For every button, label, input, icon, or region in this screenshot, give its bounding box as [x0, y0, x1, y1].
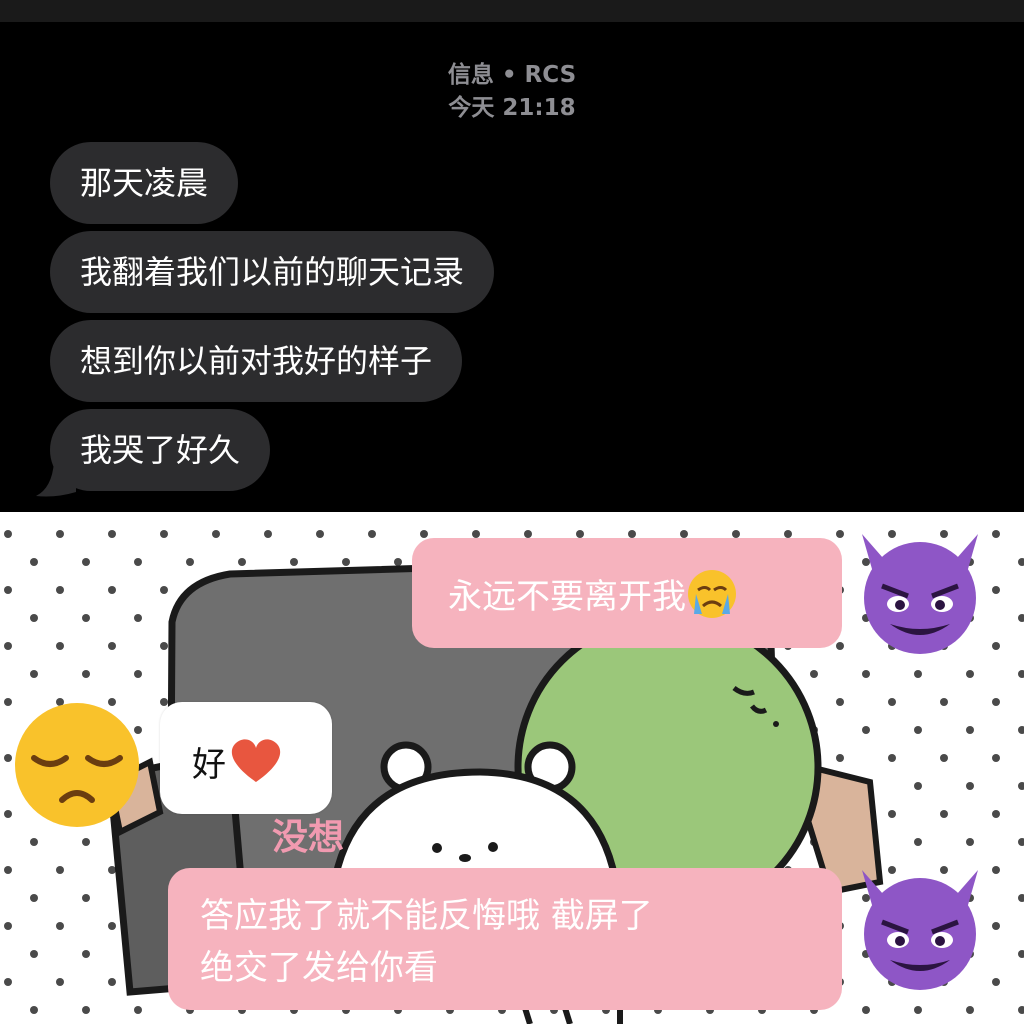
bubble-tail-icon	[36, 462, 76, 497]
bubble-text: 好	[192, 745, 226, 785]
message-text: 那天凌晨	[80, 164, 209, 202]
message-bubble[interactable]: 我翻着我们以前的聊天记录	[50, 231, 495, 313]
chat-bubble-pink[interactable]: 永远不要离开我	[412, 538, 842, 648]
message-bubble[interactable]: 那天凌晨	[50, 142, 239, 224]
message-text: 想到你以前对我好的样子	[80, 342, 433, 380]
chat-bubble-pink[interactable]: 答应我了就不能反悔哦 截屏了 绝交了发给你看	[168, 868, 842, 1010]
crying-face-emoji-icon	[688, 570, 736, 618]
devil-emoji-icon	[862, 870, 978, 990]
red-heart-icon	[231, 739, 281, 782]
meme-caption: 没想	[272, 817, 345, 858]
message-bubble[interactable]: 想到你以前对我好的样子	[50, 320, 463, 402]
message-bubble[interactable]: 我哭了好久	[50, 409, 271, 491]
bubble-text: 绝交了发给你看	[200, 948, 438, 988]
sad-face-emoji-icon	[15, 703, 139, 827]
bubble-text: 答应我了就不能反悔哦 截屏了	[200, 896, 653, 936]
thread-timestamp: 今天 21:18	[448, 95, 576, 121]
message-text: 我翻着我们以前的聊天记录	[80, 253, 465, 291]
message-text: 我哭了好久	[80, 431, 241, 469]
bubble-text: 永远不要离开我	[448, 577, 686, 617]
chat-bubble-reply[interactable]: 好	[160, 702, 332, 814]
top-status-strip	[0, 0, 1024, 22]
meme-image: 永远不要离开我 好 没想 答应我了就不能反悔哦 截屏了 绝交了发给你看	[0, 512, 1024, 1024]
thread-service-label: 信息 • RCS	[447, 62, 577, 88]
messages-thread: 信息 • RCS 今天 21:18 那天凌晨 我翻着我们以前的聊天记录 想到你以…	[0, 22, 1024, 512]
devil-emoji-icon	[862, 534, 978, 654]
